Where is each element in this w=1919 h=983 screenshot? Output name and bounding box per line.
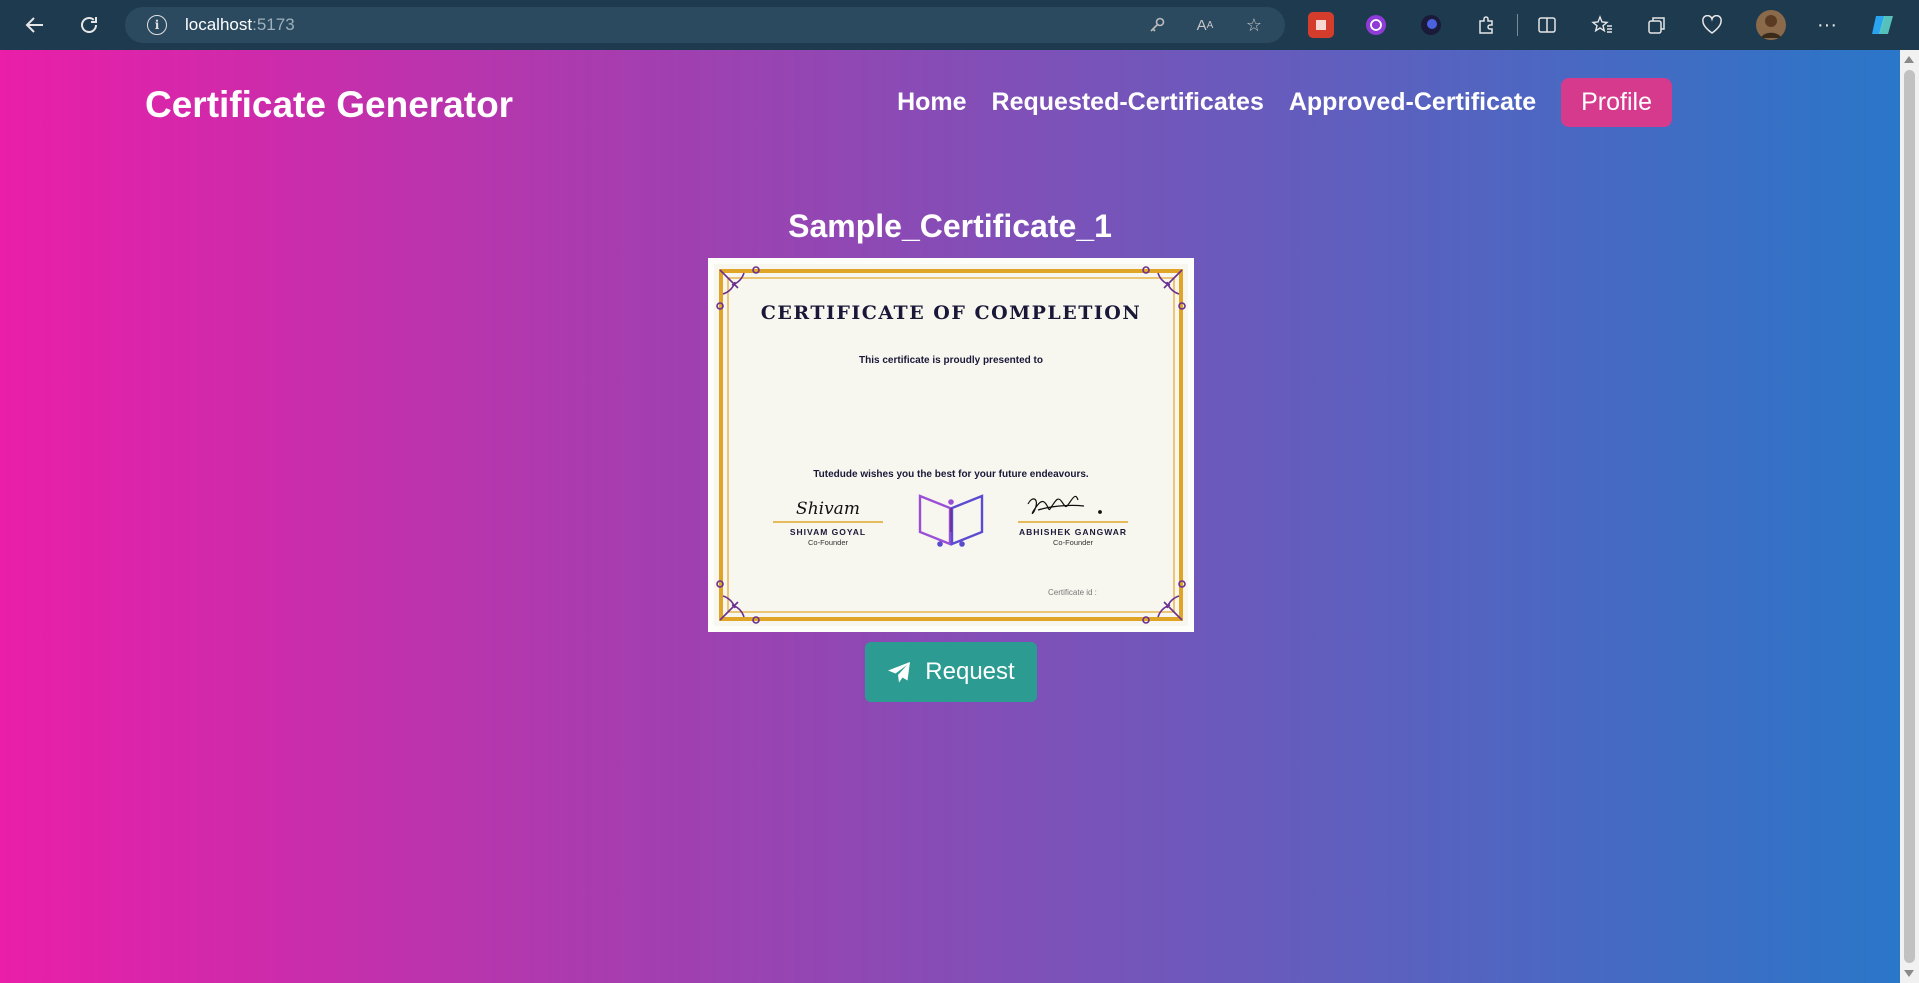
certificate-name: Sample_Certificate_1	[788, 208, 1112, 244]
nav-approved-certificate[interactable]: Approved-Certificate	[1289, 88, 1536, 117]
wishes-text: Tutedude wishes you the best for your fu…	[813, 469, 1089, 480]
browser-essentials-icon[interactable]	[1699, 12, 1725, 38]
back-arrow-icon[interactable]	[19, 9, 51, 41]
certificate-id-label: Certificate id :	[1048, 588, 1097, 597]
refresh-icon[interactable]	[73, 9, 105, 41]
key-icon[interactable]	[1145, 13, 1169, 37]
more-menu-icon[interactable]: ···	[1814, 12, 1840, 38]
extension-icon[interactable]	[1308, 12, 1334, 38]
send-icon	[887, 661, 911, 683]
scroll-down-arrow-icon[interactable]	[1904, 970, 1914, 977]
extension-dark-icon[interactable]	[1418, 12, 1444, 38]
certificate-preview: CERTIFICATE OF COMPLETION This certifica…	[708, 258, 1194, 632]
request-button-label: Request	[925, 658, 1015, 685]
left-signer-role: Co-Founder	[808, 538, 849, 547]
profile-avatar[interactable]	[1756, 10, 1786, 40]
copilot-icon[interactable]	[1870, 12, 1896, 38]
toolbar-divider	[1517, 14, 1518, 36]
right-signer-role: Co-Founder	[1053, 538, 1094, 547]
scroll-up-arrow-icon[interactable]	[1904, 56, 1914, 63]
split-screen-icon[interactable]	[1534, 12, 1560, 38]
nav-requested-certificates[interactable]: Requested-Certificates	[992, 88, 1264, 117]
favorites-icon[interactable]	[1589, 12, 1615, 38]
main-nav: Home Requested-Certificates Approved-Cer…	[872, 78, 1672, 127]
browser-toolbar: i localhost:5173 AA ☆ ···	[0, 0, 1919, 50]
left-signature: Shivam	[796, 499, 860, 519]
page-background: Certificate Generator Home Requested-Cer…	[0, 50, 1900, 983]
favorite-star-icon[interactable]: ☆	[1242, 13, 1266, 37]
app-brand[interactable]: Certificate Generator	[145, 84, 513, 126]
address-bar[interactable]: i localhost:5173 AA ☆	[125, 7, 1285, 43]
page-scrollbar[interactable]	[1900, 50, 1919, 983]
read-aloud-icon[interactable]: AA	[1193, 13, 1217, 37]
scroll-thumb[interactable]	[1904, 70, 1915, 963]
certificate-image: CERTIFICATE OF COMPLETION This certifica…	[708, 258, 1194, 632]
site-info-icon[interactable]: i	[147, 15, 167, 35]
certificate-heading: CERTIFICATE OF COMPLETION	[761, 302, 1141, 324]
left-signer-name: SHIVAM GOYAL	[790, 527, 866, 537]
request-button[interactable]: Request	[865, 642, 1037, 702]
profile-button[interactable]: Profile	[1561, 78, 1672, 127]
url-host: localhost	[185, 15, 253, 34]
presented-to-text: This certificate is proudly presented to	[859, 355, 1043, 366]
extension-purple-icon[interactable]	[1363, 12, 1389, 38]
extensions-puzzle-icon[interactable]	[1473, 12, 1499, 38]
collections-icon[interactable]	[1644, 12, 1670, 38]
nav-home[interactable]: Home	[897, 88, 966, 117]
right-signer-name: ABHISHEK GANGWAR	[1019, 527, 1127, 537]
url-port: :5173	[252, 15, 295, 34]
